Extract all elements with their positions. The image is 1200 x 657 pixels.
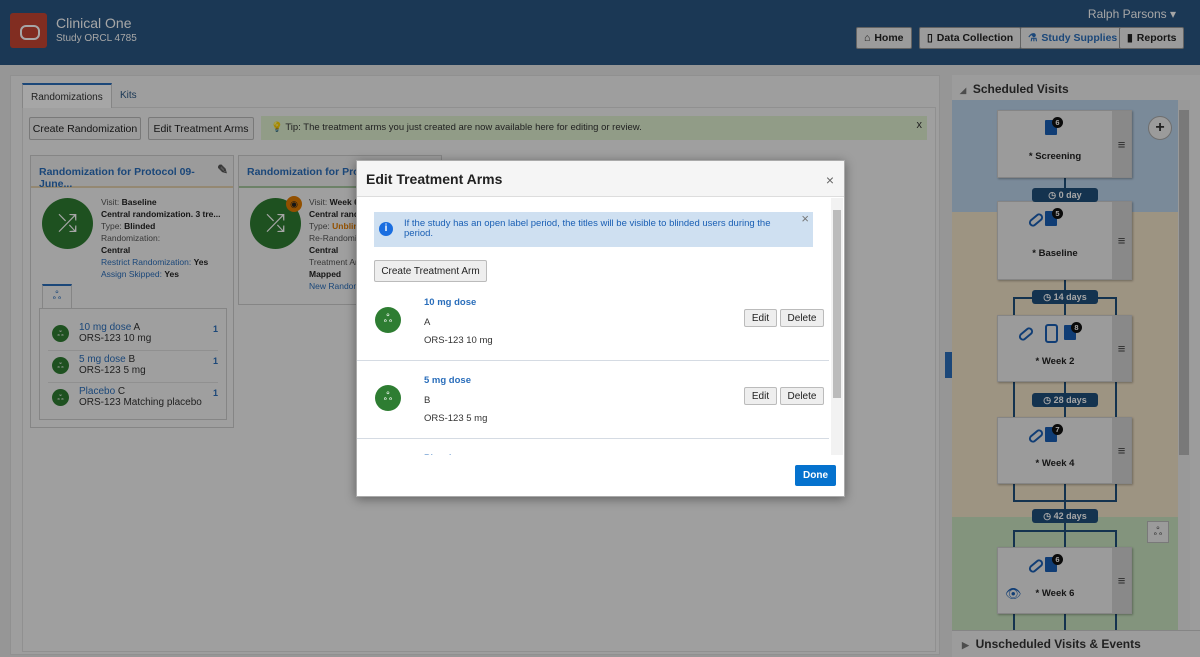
hierarchy-icon: ஃ <box>375 307 401 333</box>
arm-title[interactable]: 10 mg dose <box>424 297 476 308</box>
arm-code: B <box>424 395 431 406</box>
arm-desc: ORS-123 10 mg <box>424 335 493 346</box>
treatment-arm-row: 10 mg dose ஃ A ORS-123 10 mg Edit Delete <box>357 283 829 361</box>
delete-arm-button[interactable]: Delete <box>780 309 824 327</box>
info-close-button[interactable]: × <box>801 212 809 225</box>
info-text: If the study has an open label period, t… <box>404 218 771 239</box>
hierarchy-icon: ஃ <box>375 385 401 411</box>
arm-desc: ORS-123 5 mg <box>424 413 488 424</box>
create-treatment-arm-button[interactable]: Create Treatment Arm <box>374 260 487 282</box>
arm-code: A <box>424 317 431 328</box>
edit-arm-button[interactable]: Edit <box>744 387 777 405</box>
arm-title[interactable]: 5 mg dose <box>424 375 471 386</box>
close-icon[interactable]: × <box>826 172 834 188</box>
delete-arm-button[interactable]: Delete <box>780 387 824 405</box>
dialog-header: Edit Treatment Arms × <box>357 161 844 197</box>
arm-title[interactable]: Placebo <box>424 453 460 455</box>
dialog-title: Edit Treatment Arms <box>366 171 503 187</box>
done-button[interactable]: Done <box>795 465 836 486</box>
info-banner: i If the study has an open label period,… <box>374 212 813 247</box>
treatment-arm-row: Placebo <box>357 439 829 455</box>
edit-arm-button[interactable]: Edit <box>744 309 777 327</box>
dialog-scrollbar[interactable] <box>831 198 843 455</box>
treatment-arm-row: 5 mg dose ஃ B ORS-123 5 mg Edit Delete <box>357 361 829 439</box>
dialog-body: i If the study has an open label period,… <box>357 198 845 455</box>
info-icon: i <box>379 222 393 236</box>
edit-treatment-arms-dialog: Edit Treatment Arms × i If the study has … <box>356 160 845 497</box>
